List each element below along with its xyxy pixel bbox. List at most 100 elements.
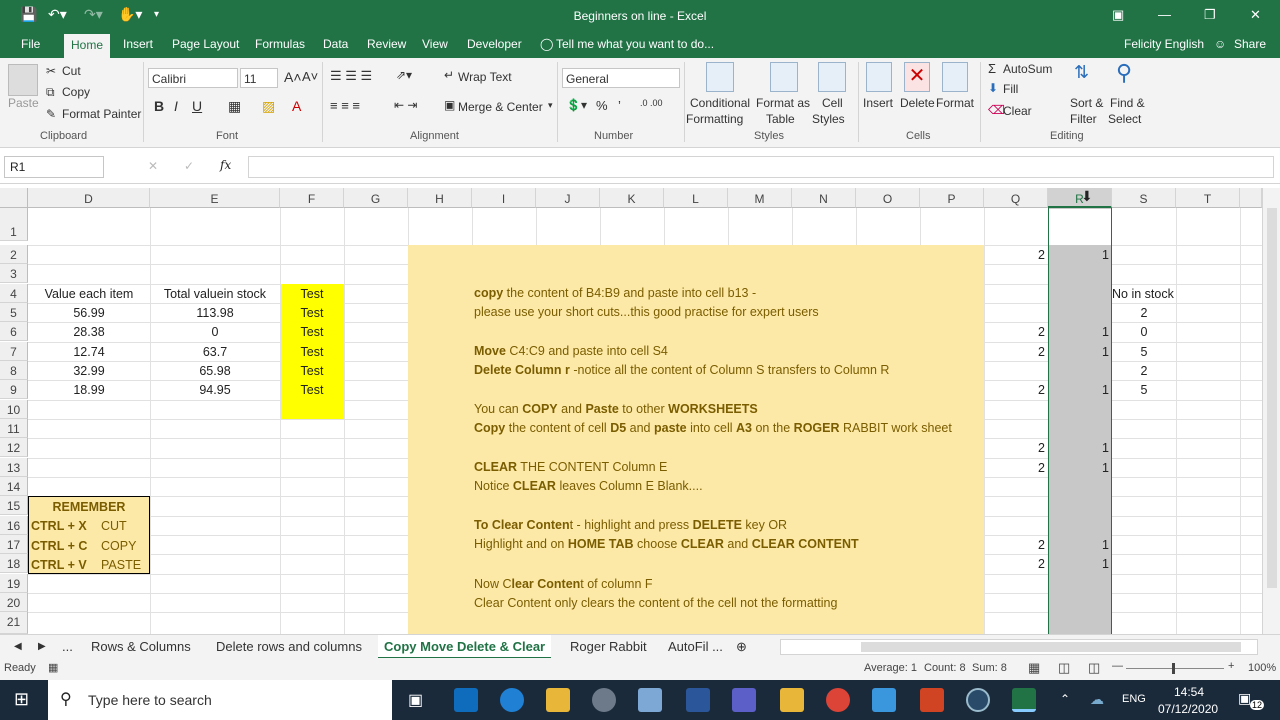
cell-r9[interactable]: 1	[1048, 381, 1109, 400]
merge-dropdown-icon[interactable]: ▾	[548, 100, 553, 111]
scrollbar-thumb[interactable]	[1267, 208, 1277, 588]
orientation-icon[interactable]: ⇗▾	[396, 68, 412, 82]
column-header[interactable]: H	[408, 188, 472, 208]
italic-icon[interactable]: I	[174, 98, 178, 114]
format-cells-button[interactable]: Format	[936, 96, 974, 110]
function-icon[interactable]: fx	[220, 158, 231, 172]
horizontal-scrollbar[interactable]	[780, 639, 1258, 655]
zoom-slider[interactable]	[1126, 668, 1224, 669]
cell-q7[interactable]: 2	[984, 343, 1045, 362]
tab-view[interactable]: View	[422, 37, 448, 51]
row-header[interactable]: 8	[0, 361, 28, 380]
comma-icon[interactable]: ’	[618, 98, 621, 113]
row-header[interactable]: 4	[0, 284, 28, 303]
cell-f5[interactable]: Test	[280, 304, 344, 323]
chrome-icon[interactable]	[826, 688, 850, 712]
row-header[interactable]: 11	[0, 419, 28, 438]
tab-file[interactable]: File	[21, 37, 40, 51]
cell-r2[interactable]: 1	[1048, 246, 1109, 265]
sheet-tab[interactable]: AutoFil ...	[668, 639, 723, 654]
zoom-slider-thumb[interactable]	[1172, 663, 1175, 674]
row-header[interactable]: 9	[0, 380, 28, 399]
row-header[interactable]: 7	[0, 342, 28, 361]
row-header[interactable]: 19	[0, 574, 28, 593]
cell-d4[interactable]: Value each item	[28, 285, 150, 304]
teams-icon[interactable]	[732, 688, 756, 712]
row-header[interactable]: 6	[0, 322, 28, 341]
cell-s8[interactable]: 2	[1112, 362, 1176, 381]
tab-page-layout[interactable]: Page Layout	[172, 37, 239, 51]
cell-e9[interactable]: 94.95	[150, 381, 280, 400]
cell-q18[interactable]: 2	[984, 555, 1045, 574]
tray-chevron-icon[interactable]: ⌃	[1060, 692, 1070, 706]
insert-cells-button[interactable]: Insert	[863, 96, 893, 110]
camera-icon[interactable]	[592, 688, 616, 712]
sheet-prev-icon[interactable]: ◀	[14, 641, 22, 652]
share-icon[interactable]: ☺	[1214, 37, 1226, 51]
zoom-out-icon[interactable]: —	[1112, 660, 1123, 672]
cell-s9[interactable]: 5	[1112, 381, 1176, 400]
clock-date[interactable]: 07/12/2020	[1158, 702, 1218, 716]
wrap-text-button[interactable]: Wrap Text	[458, 70, 512, 84]
row-header[interactable]: 15	[0, 496, 28, 515]
sheet-tab[interactable]: Delete rows and columns	[216, 639, 362, 654]
decimal-icon[interactable]: .0 .00	[640, 98, 663, 108]
decrease-font-icon[interactable]: A˅	[302, 69, 318, 84]
media-icon[interactable]	[966, 688, 990, 712]
indent-icon[interactable]: ⇤ ⇥	[394, 98, 417, 112]
cell-q12[interactable]: 2	[984, 439, 1045, 458]
normal-view-icon[interactable]: ▦	[1028, 660, 1040, 676]
paste-button[interactable]: Paste	[8, 96, 39, 110]
format-painter-button[interactable]: Format Painter	[62, 107, 141, 121]
borders-icon[interactable]: ▦	[228, 98, 241, 115]
number-format-select[interactable]: General	[562, 68, 680, 88]
fill-button[interactable]: Fill	[1003, 82, 1018, 96]
windows-start-icon[interactable]: ⊞	[14, 689, 29, 710]
row-header[interactable]: 16	[0, 516, 28, 535]
sheet-tab-more[interactable]: ...	[62, 639, 73, 654]
copy-button[interactable]: Copy	[62, 85, 90, 99]
column-header[interactable]: K	[600, 188, 664, 208]
autosum-button[interactable]: AutoSum	[1003, 62, 1052, 76]
column-header-selected[interactable]: R	[1048, 188, 1112, 208]
cell-d7[interactable]: 12.74	[28, 343, 150, 362]
cancel-icon[interactable]: ✕	[148, 159, 158, 173]
find-select-label[interactable]: Find &	[1110, 96, 1145, 110]
column-header[interactable]	[1240, 188, 1262, 208]
file-explorer-icon[interactable]	[546, 688, 570, 712]
store-icon[interactable]	[638, 688, 662, 712]
cell-e8[interactable]: 65.98	[150, 362, 280, 381]
select-all-corner[interactable]	[0, 188, 28, 208]
cell-s7[interactable]: 5	[1112, 343, 1176, 362]
delete-cells-button[interactable]: Delete	[900, 96, 935, 110]
paste-icon[interactable]	[8, 64, 38, 96]
cell-styles-label[interactable]: Cell	[822, 96, 843, 110]
cell-e5[interactable]: 113.98	[150, 304, 280, 323]
share-button[interactable]: Share	[1234, 37, 1266, 51]
cell-s5[interactable]: 2	[1112, 304, 1176, 323]
scrollbar-thumb[interactable]	[861, 642, 1241, 652]
cell-d8[interactable]: 32.99	[28, 362, 150, 381]
sheet-next-icon[interactable]: ▶	[38, 641, 46, 652]
cell-s6[interactable]: 0	[1112, 323, 1176, 342]
column-header[interactable]: F	[280, 188, 344, 208]
conditional-formatting-label[interactable]: Conditional	[690, 96, 750, 110]
font-size-select[interactable]: 11	[240, 68, 278, 88]
minimize-icon[interactable]: —	[1158, 7, 1171, 22]
cell-r17[interactable]: 1	[1048, 536, 1109, 555]
currency-icon[interactable]: 💲▾	[566, 98, 587, 112]
onedrive-icon[interactable]: ☁	[1090, 691, 1104, 708]
cut-button[interactable]: Cut	[62, 64, 81, 78]
cell-e4[interactable]: Total valuein stock	[150, 285, 280, 304]
row-header[interactable]: 10	[0, 400, 28, 419]
tab-review[interactable]: Review	[367, 37, 406, 51]
tab-developer[interactable]: Developer	[467, 37, 522, 51]
row-header[interactable]: 18	[0, 554, 28, 573]
restore-icon[interactable]: ❐	[1204, 7, 1216, 23]
percent-icon[interactable]: %	[596, 98, 608, 113]
sort-filter-label-2[interactable]: Filter	[1070, 112, 1097, 126]
column-header[interactable]: P	[920, 188, 984, 208]
outlook-icon[interactable]	[454, 688, 478, 712]
cell-q9[interactable]: 2	[984, 381, 1045, 400]
macro-record-icon[interactable]: ▦	[48, 661, 58, 674]
